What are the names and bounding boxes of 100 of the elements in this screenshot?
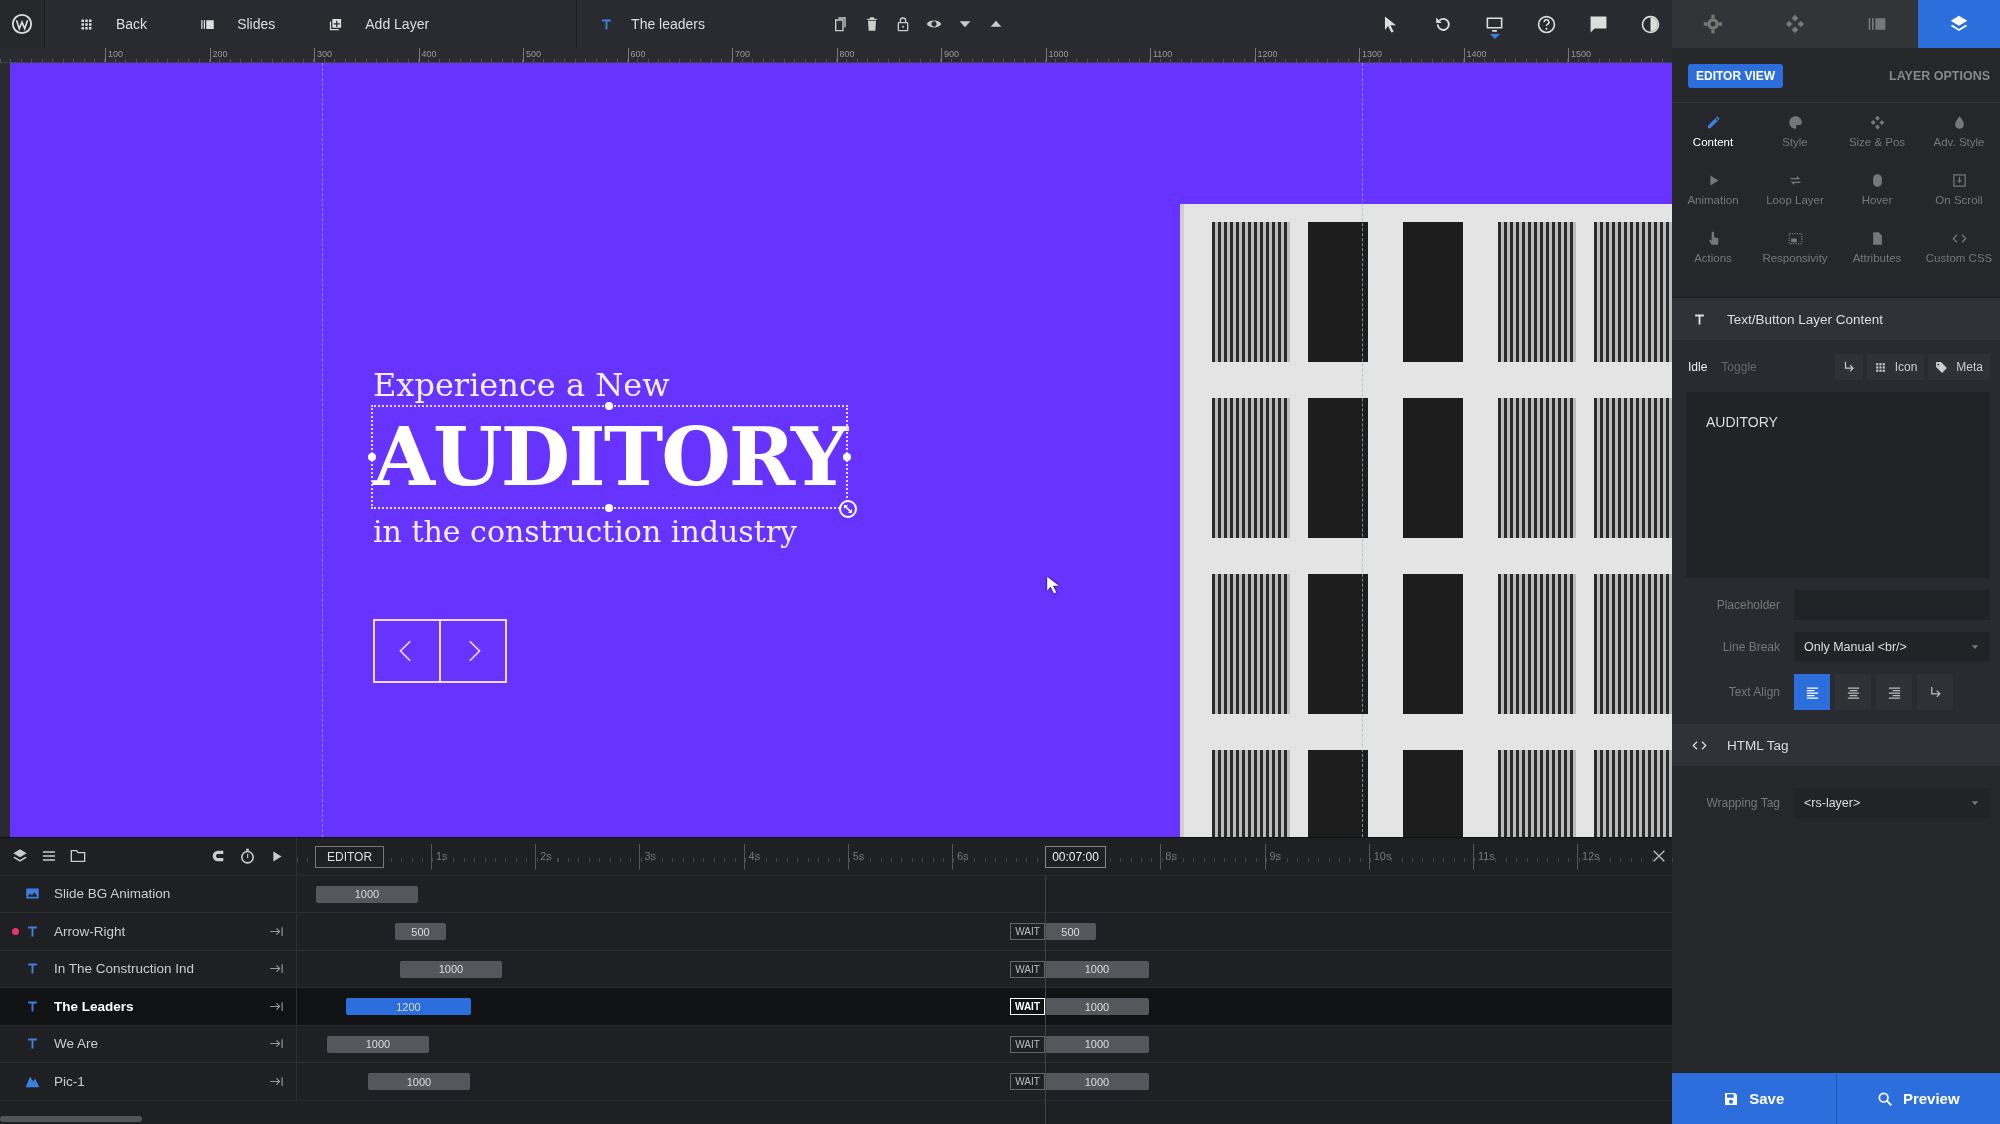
category-tab[interactable]: Loop Layer <box>1754 173 1836 219</box>
insert-button[interactable]: Meta <box>1928 354 1990 380</box>
animation-bar[interactable]: 1000 <box>327 1035 429 1053</box>
playhead-time[interactable]: 00:07:00 <box>1045 846 1106 868</box>
toolbar-button[interactable]: Add Layer <box>294 0 449 48</box>
timeline-row[interactable]: Arrow-Right 500 WAIT 500 <box>0 913 1672 951</box>
tag-icon <box>1935 360 1949 374</box>
animation-bar[interactable]: 1000 <box>1045 1035 1149 1053</box>
selection-handle[interactable] <box>605 504 614 512</box>
section-header[interactable]: HTML Tag <box>1672 724 2000 766</box>
ruler-label: 400 <box>418 48 523 62</box>
time-tick-label: 8s <box>1160 844 1265 870</box>
animation-bar[interactable]: 500 <box>1045 923 1096 940</box>
time-tick-label: 5s <box>847 844 952 870</box>
wait-label[interactable]: WAIT <box>1010 923 1045 940</box>
animation-bar[interactable]: 1000 <box>400 960 502 978</box>
time-tick-label: 9s <box>1264 844 1369 870</box>
save-button[interactable]: Save <box>1672 1073 1836 1124</box>
field-label: Text Align <box>1727 685 1780 699</box>
wait-label[interactable]: WAIT <box>1010 1035 1045 1053</box>
caret-down-icon <box>1970 798 1980 808</box>
wait-label[interactable]: WAIT <box>1010 960 1045 978</box>
category-tab[interactable]: On Scroll <box>1918 173 2000 219</box>
field-label: Line Break <box>1721 640 1780 654</box>
layer-name: Pic-1 <box>54 1073 85 1089</box>
layers-icon <box>1949 14 1969 34</box>
toolbar-button[interactable]: Back <box>45 0 167 48</box>
timeline-row[interactable]: The Leaders 1200 WAIT 1000 <box>0 988 1672 1026</box>
logo-icon <box>11 13 33 35</box>
preview-button[interactable]: Preview <box>1835 1073 2000 1124</box>
ruler-label: 800 <box>836 48 941 62</box>
comment-icon <box>1589 14 1608 34</box>
category-tab[interactable]: Style <box>1754 115 1836 161</box>
scrollbar[interactable] <box>0 1116 142 1122</box>
animation-bar[interactable]: 1000 <box>1045 998 1149 1015</box>
layer-name: Slide BG Animation <box>54 886 171 902</box>
timeline-row[interactable]: Slide BG Animation 1000 <box>0 875 1672 913</box>
insert-button[interactable]: Icon <box>1866 354 1925 380</box>
align-button[interactable] <box>1876 674 1912 710</box>
section-title: Text/Button Layer Content <box>1727 311 1884 327</box>
toolbar-button[interactable]: Slides <box>166 0 295 48</box>
ruler-label: 600 <box>627 48 732 62</box>
align-button[interactable] <box>1794 674 1830 710</box>
editor-mode-label[interactable]: EDITOR <box>315 846 385 868</box>
section-title: HTML Tag <box>1727 737 1789 753</box>
ruler-label: 1100 <box>1150 48 1255 62</box>
category-tab[interactable]: Actions <box>1672 231 1754 277</box>
selection-handle[interactable] <box>605 402 614 410</box>
timeline-row[interactable]: We Are 1000 WAIT 1000 <box>0 1025 1672 1063</box>
layer-options-title[interactable]: LAYER OPTIONS <box>1889 69 1990 83</box>
category-tab[interactable]: Adv. Style <box>1918 115 2000 161</box>
code-icon <box>1951 231 1967 246</box>
category-tab[interactable]: Animation <box>1672 173 1754 219</box>
stopwatch-icon[interactable] <box>239 847 256 865</box>
pencil-icon <box>1705 115 1721 130</box>
time-tick-label: 3s <box>639 844 744 870</box>
wait-label[interactable]: WAIT <box>1010 998 1045 1015</box>
category-tab[interactable]: Responsivity <box>1754 231 1836 277</box>
time-tick-label: 2s <box>535 844 640 870</box>
align-button[interactable] <box>1835 674 1871 710</box>
search-icon <box>1876 1090 1893 1107</box>
timeline-row[interactable]: Pic-1 1000 WAIT 1000 <box>0 1063 1672 1101</box>
responsive-icon <box>1787 231 1803 246</box>
animation-bar[interactable]: 1000 <box>1045 960 1149 978</box>
category-tab[interactable]: Hover <box>1836 173 1918 219</box>
category-tab[interactable]: Custom CSS <box>1918 231 2000 277</box>
layer-name: The leaders <box>631 16 706 32</box>
help-icon <box>1537 14 1556 34</box>
animation-bar[interactable]: 1200 <box>346 998 471 1015</box>
desktop-icon <box>1485 14 1504 34</box>
category-tab[interactable]: Attributes <box>1836 231 1918 277</box>
animation-bar[interactable]: 1000 <box>368 1073 470 1090</box>
dropdown-field[interactable]: <rs-layer> <box>1794 788 1990 818</box>
animation-bar[interactable]: 500 <box>395 923 446 940</box>
ruler-label: 100 <box>105 48 210 62</box>
animation-bar[interactable]: 1000 <box>316 885 418 903</box>
editor-view-button[interactable]: EDITOR VIEW <box>1688 64 1784 88</box>
slide-heading[interactable]: Experience a New <box>373 365 670 405</box>
time-tick-label: 4s <box>743 844 848 870</box>
animation-bar[interactable]: 1000 <box>1045 1073 1149 1090</box>
panel-tab[interactable] <box>1918 0 2000 48</box>
slide-subtitle[interactable]: in the construction industry <box>373 511 797 553</box>
category-tab[interactable]: Content <box>1672 115 1754 161</box>
section-header[interactable]: Text/Button Layer Content <box>1672 298 2000 340</box>
logo-button[interactable] <box>0 0 45 48</box>
caret-down-icon <box>1970 642 1980 652</box>
wait-label[interactable]: WAIT <box>1010 1073 1045 1090</box>
category-tab[interactable]: Size & Pos <box>1836 115 1918 161</box>
align-button[interactable] <box>1917 674 1953 710</box>
layer-name: Arrow-Right <box>54 923 126 939</box>
resize-handle-icon[interactable] <box>839 500 857 518</box>
selection-handle[interactable] <box>843 453 851 461</box>
folder-icon[interactable] <box>70 848 86 865</box>
contrast-icon <box>1641 14 1660 34</box>
guide-line[interactable] <box>1362 63 1363 837</box>
ruler-label: 1400 <box>1463 48 1568 62</box>
dropdown-field[interactable]: Only Manual <br/> <box>1794 632 1990 662</box>
text-content-field[interactable]: AUDITORY <box>1686 392 1990 578</box>
state-tab[interactable]: Idle <box>1688 360 1708 374</box>
line-break-button[interactable] <box>1834 354 1863 380</box>
